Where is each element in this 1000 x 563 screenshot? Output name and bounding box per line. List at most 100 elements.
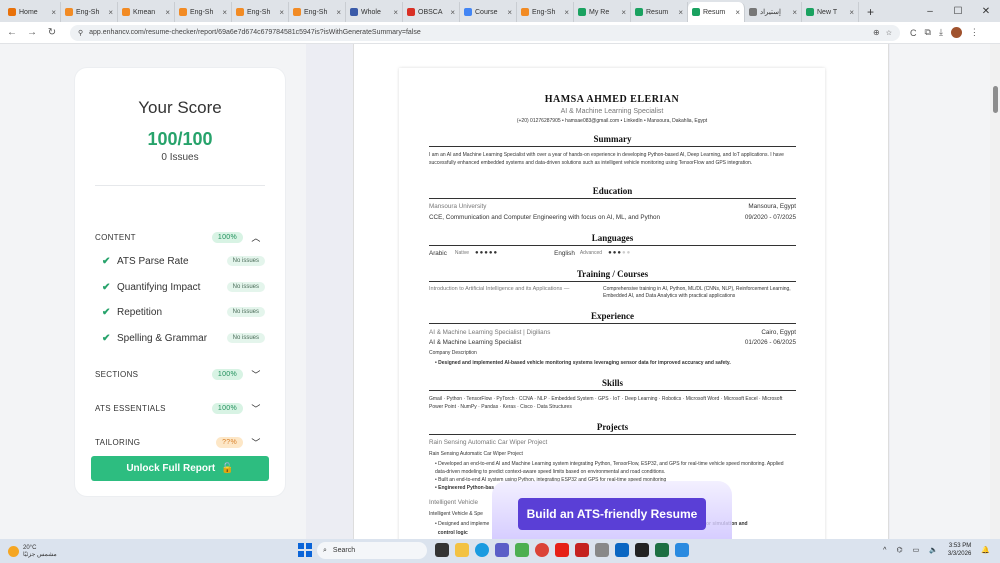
unlock-full-report-button[interactable]: Unlock Full Report 🔓 <box>91 456 269 481</box>
notification-icon[interactable]: 🔔 <box>981 546 990 554</box>
download-icon[interactable]: ⤓ <box>939 27 943 38</box>
tab-close-icon[interactable]: × <box>450 8 455 17</box>
tab-close-icon[interactable]: × <box>564 8 569 17</box>
browser-tab[interactable]: إستيراد × <box>745 2 802 22</box>
tab-label: Resum <box>646 8 669 16</box>
tab-label: Eng-Sh <box>304 8 328 16</box>
browser-tab[interactable]: New T × <box>802 2 859 22</box>
zoom-icon[interactable]: ⊕ <box>873 28 880 37</box>
content-item-spelling-grammar[interactable]: ✔ Spelling & Grammar No issues <box>102 330 265 346</box>
chevron-down-icon[interactable]: ﹀ <box>247 436 265 449</box>
browser-tab[interactable]: Eng-Sh × <box>289 2 346 22</box>
page-scrollbar[interactable] <box>990 44 1000 539</box>
tab-close-icon[interactable]: × <box>792 8 797 17</box>
build-ats-resume-button[interactable]: Build an ATS-friendly Resume <box>518 498 706 530</box>
page-content: Your Score 100/100 0 Issues CONTENT 100%… <box>0 44 1000 539</box>
tab-close-icon[interactable]: × <box>165 8 170 17</box>
edge-icon[interactable] <box>475 543 489 557</box>
excel-icon[interactable] <box>655 543 669 557</box>
check-icon: ✔ <box>102 332 111 344</box>
extensions-puzzle-icon[interactable]: ⧉ <box>925 27 931 38</box>
app-icon[interactable] <box>575 543 589 557</box>
file-explorer-icon[interactable] <box>455 543 469 557</box>
tab-close-icon[interactable]: × <box>735 8 740 17</box>
tab-close-icon[interactable]: × <box>222 8 227 17</box>
tab-label: Eng-Sh <box>190 8 214 16</box>
section-content-header[interactable]: CONTENT 100% ︿ <box>95 229 265 245</box>
browser-tab[interactable]: Eng-Sh × <box>61 2 118 22</box>
browser-tab[interactable]: Eng-Sh × <box>517 2 574 22</box>
maximize-icon[interactable]: ☐ <box>944 2 972 22</box>
tab-close-icon[interactable]: × <box>393 8 398 17</box>
section-sections-header[interactable]: SECTIONS 100% ﹀ <box>95 366 265 382</box>
tab-favicon-icon <box>179 8 187 16</box>
skills-text: Gmail · Python · TensorFlow · PyTorch · … <box>429 396 783 410</box>
store-icon[interactable] <box>515 543 529 557</box>
content-item-quantifying-impact[interactable]: ✔ Quantifying Impact No issues <box>102 279 265 295</box>
browser-tab[interactable]: Eng-Sh × <box>232 2 289 22</box>
weather-widget[interactable]: 20°C مشمس جزئيًا <box>0 545 90 558</box>
tab-close-icon[interactable]: × <box>279 8 284 17</box>
tab-close-icon[interactable]: × <box>678 8 683 17</box>
new-tab-button[interactable]: + <box>859 2 882 22</box>
close-window-icon[interactable]: ✕ <box>972 2 1000 22</box>
youtube-icon[interactable] <box>555 543 569 557</box>
scrollbar-thumb[interactable] <box>993 86 998 113</box>
browser-tab[interactable]: My Re × <box>574 2 631 22</box>
teams-icon[interactable] <box>495 543 509 557</box>
section-pct-badge: ??% <box>216 436 243 448</box>
address-bar-row: ← → ↻ ⚲ app.enhancv.com/resume-checker/r… <box>0 22 1000 44</box>
vscode-icon[interactable] <box>675 543 689 557</box>
item-label: ATS Parse Rate <box>117 255 189 267</box>
url-field[interactable]: ⚲ app.enhancv.com/resume-checker/report/… <box>70 24 900 41</box>
chevron-up-icon[interactable]: ︿ <box>247 231 265 244</box>
browser-tab[interactable]: Course × <box>460 2 517 22</box>
reload-icon[interactable]: ↻ <box>44 27 60 38</box>
app-icon[interactable] <box>595 543 609 557</box>
tab-close-icon[interactable]: × <box>51 8 56 17</box>
browser-tab[interactable]: Resum × <box>688 2 745 22</box>
section-tailoring-header[interactable]: TAILORING ??% ﹀ <box>95 434 265 450</box>
browser-tab[interactable]: OBSCA × <box>403 2 460 22</box>
minimize-icon[interactable]: – <box>916 2 944 22</box>
section-ats-essentials-header[interactable]: ATS ESSENTIALS 100% ﹀ <box>95 400 265 416</box>
score-title: Your Score <box>138 98 222 117</box>
browser-tab[interactable]: Whole × <box>346 2 403 22</box>
tab-close-icon[interactable]: × <box>507 8 512 17</box>
tab-close-icon[interactable]: × <box>621 8 626 17</box>
browser-tab[interactable]: Kmean × <box>118 2 175 22</box>
tab-close-icon[interactable]: × <box>849 8 854 17</box>
back-icon[interactable]: ← <box>4 27 20 38</box>
terminal-icon[interactable] <box>635 543 649 557</box>
linkedin-icon[interactable] <box>615 543 629 557</box>
section-label: CONTENT <box>95 232 136 242</box>
taskbar-apps <box>435 543 689 557</box>
browser-tab[interactable]: Home × <box>4 2 61 22</box>
network-icon[interactable]: ⌬ <box>896 546 902 554</box>
edu-location: Mansoura, Egypt <box>748 203 796 210</box>
windows-start-icon[interactable] <box>298 543 312 557</box>
volume-icon[interactable]: 🔈 <box>929 546 938 554</box>
chevron-down-icon[interactable]: ﹀ <box>247 368 265 381</box>
taskbar-search[interactable]: ⌕ Search <box>317 542 427 559</box>
chrome-icon[interactable] <box>535 543 549 557</box>
monitor-icon[interactable]: ▭ <box>913 546 920 554</box>
bookmark-star-icon[interactable]: ☆ <box>886 29 892 37</box>
item-label: Repetition <box>117 306 163 318</box>
menu-kebab-icon[interactable]: ⋮ <box>970 27 979 38</box>
tab-close-icon[interactable]: × <box>108 8 113 17</box>
forward-icon[interactable]: → <box>24 27 40 38</box>
site-info-icon[interactable]: ⚲ <box>78 29 83 37</box>
extension-icon[interactable]: C <box>910 28 917 38</box>
content-item-ats-parse-rate[interactable]: ✔ ATS Parse Rate No issues <box>102 253 265 269</box>
chevron-up-icon[interactable]: ^ <box>883 547 886 554</box>
tab-close-icon[interactable]: × <box>336 8 341 17</box>
task-view-icon[interactable] <box>435 543 449 557</box>
profile-avatar[interactable] <box>950 27 962 38</box>
browser-tab[interactable]: Resum × <box>631 2 688 22</box>
exp-dates: 01/2026 - 06/2025 <box>744 339 796 346</box>
browser-tab[interactable]: Eng-Sh × <box>175 2 232 22</box>
clock[interactable]: 3:53 PM 3/3/2026 <box>948 542 971 558</box>
chevron-down-icon[interactable]: ﹀ <box>247 402 265 415</box>
content-item-repetition[interactable]: ✔ Repetition No issues <box>102 304 265 320</box>
